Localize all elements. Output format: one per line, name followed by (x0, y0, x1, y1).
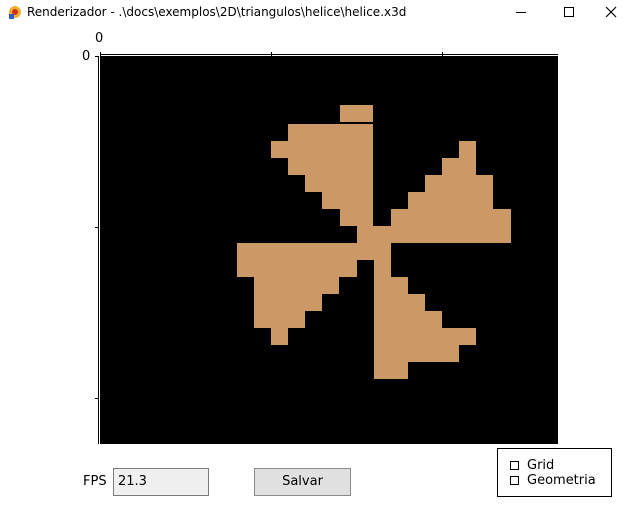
render-canvas[interactable] (100, 56, 558, 444)
propeller-pixel-block (237, 243, 357, 260)
propeller-pixel-block (340, 105, 373, 122)
propeller-pixel-block (237, 260, 357, 277)
propeller-pixel-block (271, 141, 373, 158)
x-axis-line (100, 54, 558, 55)
propeller-pixel-block (288, 124, 373, 141)
save-button[interactable]: Salvar (254, 468, 351, 496)
propeller-pixel-block (374, 328, 476, 345)
propeller-pixel-block (254, 294, 322, 311)
propeller-pixel-block (271, 328, 288, 345)
title-bar: Renderizador - .\docs\exemplos\2D\triang… (0, 0, 628, 24)
propeller-pixel-block (374, 311, 442, 328)
y-axis-tick (95, 227, 99, 228)
propeller-pixel-block (391, 226, 511, 243)
maximize-button[interactable] (546, 0, 592, 24)
propeller-pixel-block (374, 362, 408, 379)
close-icon (605, 6, 617, 18)
fps-field[interactable]: 21.3 (113, 468, 209, 496)
fps-label: FPS (83, 474, 107, 489)
y-axis-tick (95, 56, 99, 57)
propeller-pixel-block (305, 175, 373, 192)
propeller-pixel-block (374, 277, 408, 294)
grid-option[interactable]: Grid (510, 457, 554, 473)
geometry-option[interactable]: Geometria (510, 472, 596, 488)
propeller-pixel-block (322, 192, 373, 209)
close-button[interactable] (588, 0, 628, 24)
propeller-pixel-block (374, 294, 425, 311)
propeller-pixel-block (391, 209, 511, 226)
propeller-pixel-block (442, 158, 476, 175)
y-axis-line (98, 56, 99, 444)
propeller-pixel-block (254, 277, 339, 294)
propeller-pixel-block (374, 345, 459, 362)
window-title: Renderizador - .\docs\exemplos\2D\triang… (27, 5, 407, 19)
geometry-option-label: Geometria (527, 472, 596, 488)
renderer-app-icon (7, 4, 23, 20)
grid-checkbox[interactable] (510, 460, 519, 470)
y-origin-label: 0 (82, 49, 91, 64)
propeller-pixel-block (288, 158, 373, 175)
propeller-pixel-block (374, 260, 391, 277)
propeller-pixel-block (357, 226, 391, 260)
maximize-icon (564, 7, 574, 17)
display-options-panel: Grid Geometria (497, 448, 612, 497)
propeller-shape (237, 105, 511, 379)
propeller-pixel-block (254, 311, 305, 328)
y-axis-tick (95, 398, 99, 399)
geometry-checkbox[interactable] (510, 475, 519, 485)
propeller-pixel-block (425, 175, 493, 192)
propeller-pixel-block (408, 192, 493, 209)
grid-option-label: Grid (527, 457, 555, 473)
x-origin-label: 0 (95, 31, 104, 46)
propeller-pixel-block (459, 141, 476, 158)
minimize-icon (516, 12, 526, 13)
minimize-button[interactable] (498, 0, 544, 24)
propeller-pixel-block (340, 209, 373, 226)
